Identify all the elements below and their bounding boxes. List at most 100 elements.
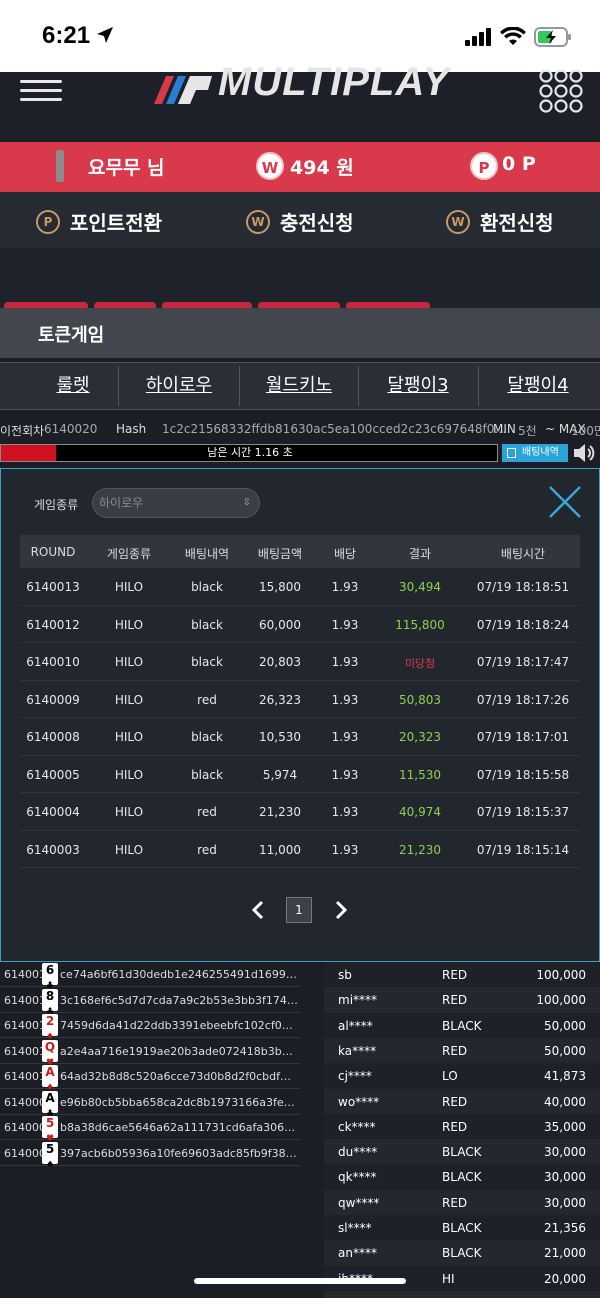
cell-odds: 1.93 bbox=[331, 805, 359, 819]
spacer-area bbox=[0, 248, 600, 308]
cell-bet-time: 07/19 18:17:47 bbox=[476, 655, 570, 669]
card-rank: 8 bbox=[45, 988, 55, 1003]
history-row: 614001 6 ♣ ce74a6bf61d30dedb1e246255491d169… bbox=[0, 962, 300, 991]
cell-bet-amount: 11,000 bbox=[259, 842, 301, 857]
page-number[interactable]: 1 bbox=[286, 897, 312, 923]
chevron-right-icon[interactable] bbox=[333, 900, 349, 920]
cell-odds: 1.93 bbox=[331, 655, 359, 669]
logo-mark-icon bbox=[154, 76, 212, 104]
close-icon[interactable] bbox=[547, 484, 583, 520]
status-bar: 6:21 bbox=[0, 0, 600, 72]
list-icon bbox=[507, 448, 516, 458]
bettor-row: mi**** RED 100,000 bbox=[324, 987, 600, 1013]
cell-result: 115,800 bbox=[395, 617, 445, 632]
bettor-name: ka**** bbox=[338, 1043, 377, 1058]
bettor-name: qk**** bbox=[338, 1170, 377, 1185]
history-hash: 3c168ef6c5d7d7cda7a9c2b53e3bb3f1749a… bbox=[60, 993, 298, 1007]
bettor-amount: 30,000 bbox=[544, 1145, 586, 1160]
cell-game-type: HILO bbox=[114, 617, 144, 632]
alert-icon bbox=[56, 150, 64, 182]
status-time: 6:21 bbox=[42, 22, 91, 49]
cell-odds: 1.93 bbox=[331, 692, 359, 707]
bettor-row: al**** BLACK 50,000 bbox=[324, 1013, 600, 1038]
col-game-type: 게임종류 bbox=[106, 547, 152, 561]
game-type-label: 게임종류 bbox=[34, 498, 79, 512]
tab-roulette[interactable]: 룰렛 bbox=[28, 362, 118, 410]
grid-menu-icon[interactable] bbox=[538, 70, 584, 114]
cell-odds: 1.93 bbox=[331, 767, 359, 782]
cell-bet-choice: red bbox=[197, 805, 217, 819]
card-rank: A bbox=[45, 1090, 55, 1105]
bettor-name: wo**** bbox=[338, 1094, 380, 1109]
cell-odds: 1.93 bbox=[331, 580, 359, 594]
cell-bet-choice: black bbox=[191, 655, 223, 669]
speaker-icon[interactable] bbox=[572, 442, 596, 464]
bettor-amount: 41,873 bbox=[544, 1069, 586, 1084]
history-hash: ce74a6bf61d30dedb1e246255491d1699a… bbox=[60, 968, 298, 981]
withdraw-request-button[interactable]: W 환전신청 bbox=[440, 196, 580, 244]
cell-bet-amount: 60,000 bbox=[259, 617, 301, 632]
cell-game-type: HILO bbox=[114, 655, 144, 669]
bettor-name: al**** bbox=[338, 1018, 373, 1033]
card-rank: Q bbox=[44, 1039, 56, 1054]
cell-round: 6140008 bbox=[26, 730, 80, 744]
prev-round-label: 이전회차 bbox=[0, 424, 45, 438]
history-row: 614001 8 ♣ 3c168ef6c5d7d7cda7a9c2b53e3bb3f1… bbox=[0, 988, 300, 1017]
history-round: 614000 bbox=[4, 1146, 46, 1160]
menu-icon[interactable] bbox=[20, 80, 62, 101]
prev-round-value: 6140020 bbox=[44, 422, 98, 436]
bettor-row: tt****RED20,000 bbox=[324, 1290, 600, 1298]
playing-card: 8 ♣ bbox=[42, 988, 58, 1017]
bettor-amount: 21,000 bbox=[544, 1246, 586, 1261]
card-rank: 2 bbox=[45, 1014, 55, 1028]
cell-round: 6140005 bbox=[26, 767, 80, 782]
bet-history-button[interactable]: 배팅내역 bbox=[502, 444, 568, 462]
bettor-choice: HI bbox=[442, 1271, 455, 1286]
bettor-row: wo**** RED 40,000 bbox=[324, 1088, 600, 1114]
card-rank: 6 bbox=[45, 963, 55, 977]
bettor-row: sl**** BLACK 21,356 bbox=[324, 1215, 600, 1240]
point-convert-button[interactable]: P 포인트전환 bbox=[30, 196, 180, 244]
round-info: 이전회차 6140020 Hash 1c2c21568332ffdb81630a… bbox=[0, 416, 600, 442]
cell-game-type: HILO bbox=[114, 692, 144, 707]
bettor-row: cj**** LO 41,873 bbox=[324, 1063, 600, 1088]
wifi-icon bbox=[500, 27, 526, 45]
logo-text: MULTIPLAY bbox=[218, 64, 450, 104]
bettor-name: cj**** bbox=[338, 1069, 372, 1084]
point-convert-label: 포인트전환 bbox=[70, 211, 162, 235]
cell-round: 6140004 bbox=[26, 805, 80, 819]
chevron-left-icon[interactable] bbox=[250, 900, 266, 920]
tab-worldkeno[interactable]: 월드키노 bbox=[240, 362, 358, 410]
tab-snail3[interactable]: 달팽이3 bbox=[359, 362, 477, 410]
battery-charging-icon bbox=[534, 27, 571, 47]
history-row: 614000 A ♣ e96b80cb5bba658ca2dc8b1973166a3f… bbox=[0, 1090, 300, 1119]
bettor-choice: BLACK bbox=[442, 1145, 482, 1160]
bettor-name: sl**** bbox=[338, 1221, 372, 1235]
bettor-choice: BLACK bbox=[442, 1246, 482, 1261]
cell-bet-choice: black bbox=[191, 617, 223, 632]
bettor-name: sb bbox=[338, 968, 352, 982]
cell-round: 6140003 bbox=[26, 842, 80, 857]
cell-odds: 1.93 bbox=[331, 617, 359, 632]
history-round: 614000 bbox=[4, 1121, 46, 1134]
bettor-row: sb RED 100,000 bbox=[324, 962, 600, 987]
cell-result: 30,494 bbox=[399, 580, 441, 594]
brand-logo[interactable]: MULTIPLAY bbox=[140, 64, 460, 104]
location-arrow-icon bbox=[97, 27, 113, 43]
tab-snail4[interactable]: 달팽이4 bbox=[479, 362, 597, 410]
col-result: 결과 bbox=[408, 547, 432, 561]
cell-odds: 1.93 bbox=[331, 730, 359, 744]
tab-hilo[interactable]: 하이로우 bbox=[119, 362, 239, 410]
cell-bet-choice: black bbox=[191, 580, 223, 594]
bettor-name: du**** bbox=[338, 1145, 378, 1160]
cell-bet-time: 07/19 18:18:51 bbox=[476, 580, 570, 594]
bettor-amount: 100,000 bbox=[536, 993, 586, 1008]
cell-bet-time: 07/19 18:17:01 bbox=[476, 730, 570, 744]
min-label: MIN bbox=[493, 422, 516, 436]
charge-request-button[interactable]: W 충전신청 bbox=[240, 196, 370, 244]
game-type-select[interactable]: 하이로우 ⇳ bbox=[92, 488, 260, 518]
card-rank: A bbox=[45, 1065, 55, 1079]
history-row: 614000 5 ♠ 397acb6b05936a10fe69603adc85fb9f… bbox=[0, 1141, 300, 1170]
withdraw-request-label: 환전신청 bbox=[480, 211, 554, 235]
cell-bet-time: 07/19 18:17:26 bbox=[476, 692, 570, 707]
